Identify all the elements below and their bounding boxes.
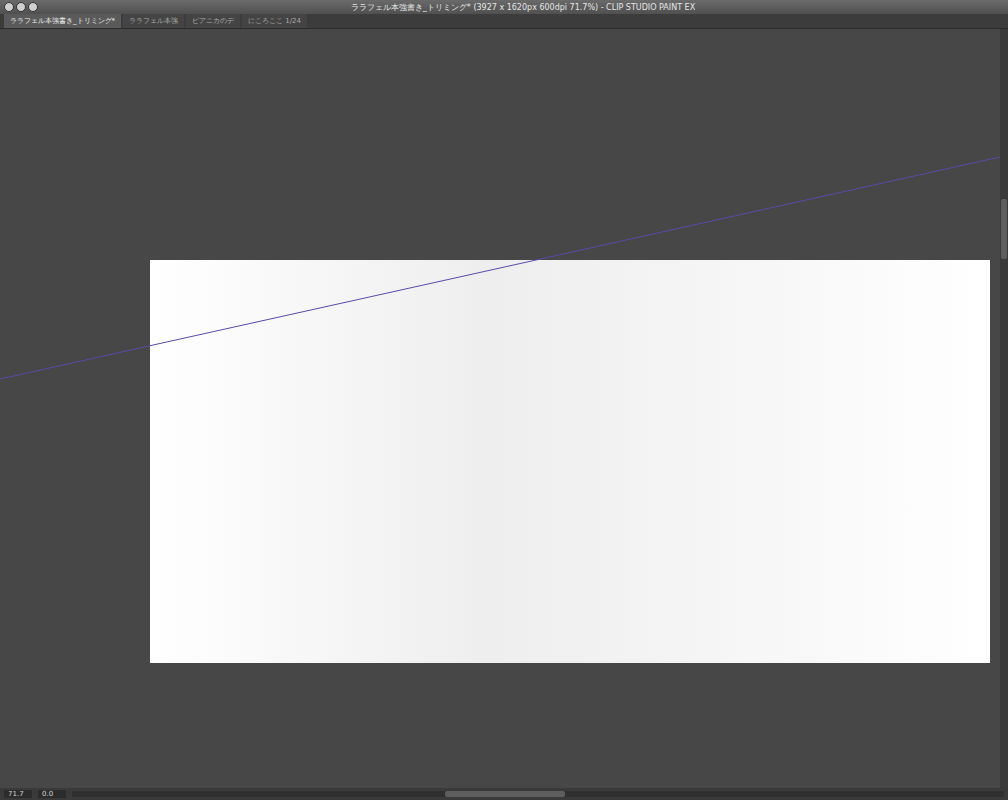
main-area (0, 29, 1008, 788)
title-bar: ララフェル本強書き_トリミング* (3927 x 1620px 600dpi 7… (0, 0, 1008, 14)
status-bar: 71.7 0.0 (0, 788, 1008, 800)
document-tab[interactable]: ピアニカのデ (186, 14, 240, 28)
vertical-scrollbar[interactable] (1000, 29, 1008, 788)
window-controls (4, 2, 38, 12)
maximize-button[interactable] (28, 2, 38, 12)
window-title: ララフェル本強書き_トリミング* (3927 x 1620px 600dpi 7… (42, 2, 1004, 13)
app-window: ララフェル本強書き_トリミング* (3927 x 1620px 600dpi 7… (0, 0, 1008, 800)
scroll-thumb[interactable] (445, 791, 565, 797)
document-tab[interactable]: にころここ 1/24 (242, 14, 307, 28)
angle-field[interactable]: 0.0 (38, 790, 66, 798)
canvas[interactable] (150, 260, 990, 663)
canvas-workspace[interactable] (0, 29, 1000, 788)
close-button[interactable] (4, 2, 14, 12)
tab-bar: ララフェル本強書き_トリミング*ララフェル本強ピアニカのデにころここ 1/24 (0, 14, 1008, 29)
scroll-thumb[interactable] (1001, 199, 1007, 259)
minimize-button[interactable] (16, 2, 26, 12)
horizontal-scrollbar[interactable] (72, 791, 1004, 797)
document-tab[interactable]: ララフェル本強 (123, 14, 184, 28)
ruler-guide-icon (0, 29, 1000, 789)
zoom-field[interactable]: 71.7 (4, 790, 32, 798)
document-tab[interactable]: ララフェル本強書き_トリミング* (4, 14, 121, 28)
